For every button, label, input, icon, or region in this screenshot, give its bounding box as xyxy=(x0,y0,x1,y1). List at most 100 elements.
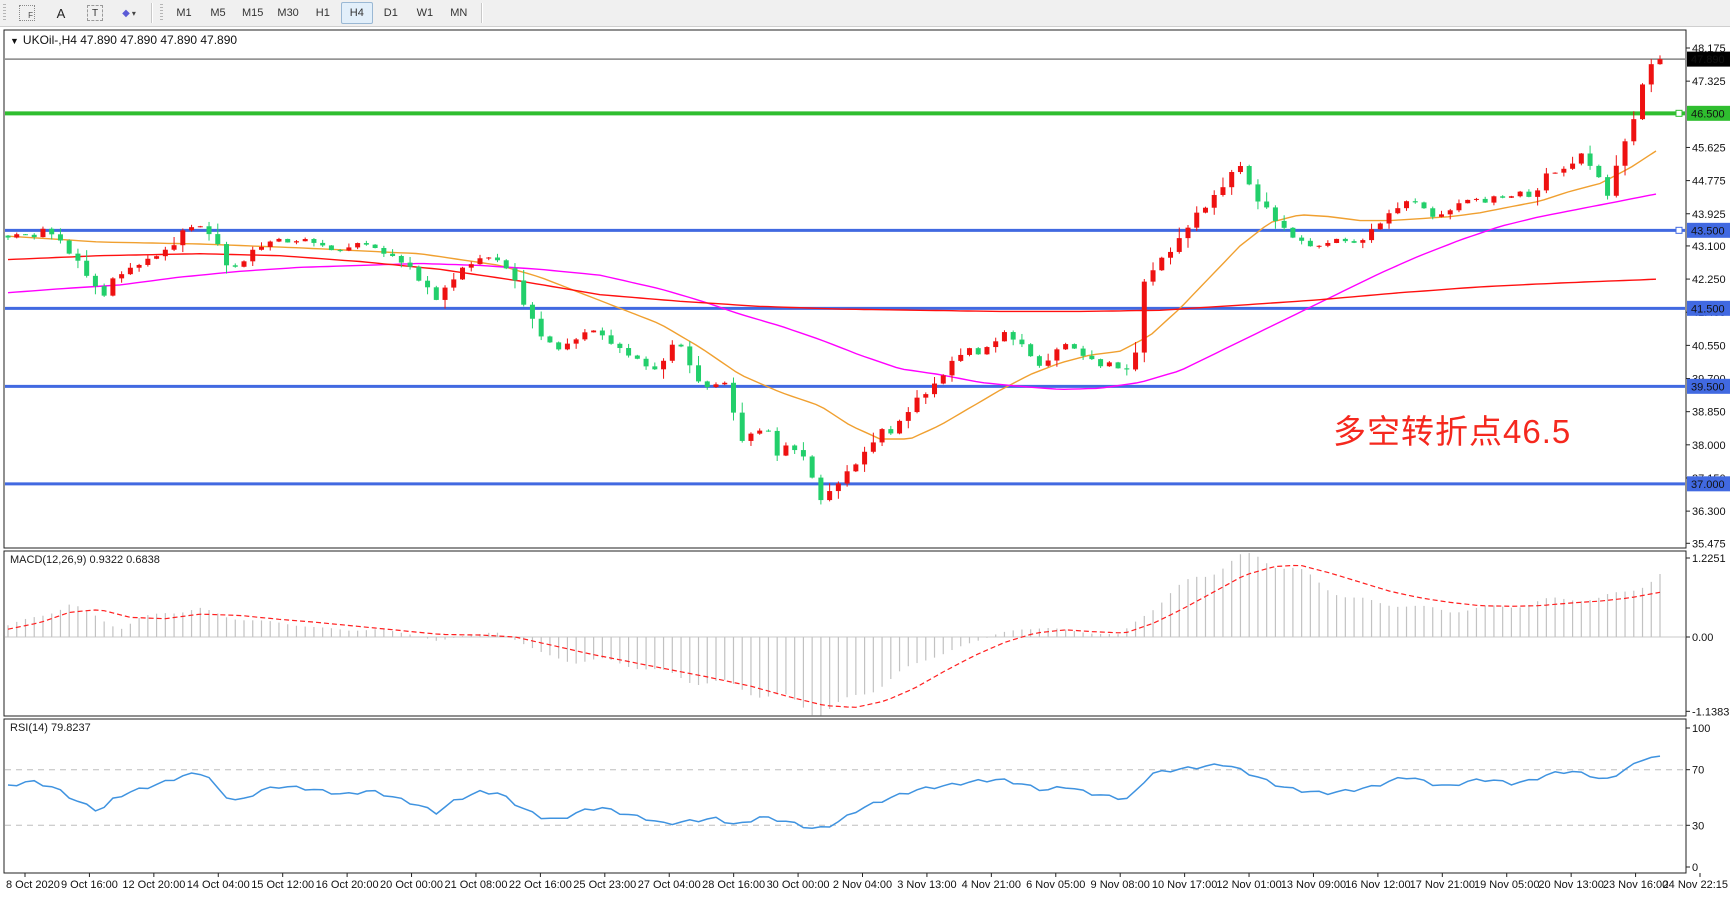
candle-body xyxy=(1159,258,1164,271)
time-axis-label[interactable]: 15 Oct 12:00 xyxy=(251,879,314,891)
time-axis-label[interactable]: 9 Oct 16:00 xyxy=(61,879,118,891)
candle-body xyxy=(1264,202,1269,208)
line-anchor-handle[interactable] xyxy=(1676,110,1682,116)
candle xyxy=(1159,257,1164,271)
candle xyxy=(373,244,378,248)
candle xyxy=(1640,83,1645,120)
time-axis-label[interactable]: 6 Nov 05:00 xyxy=(1026,879,1085,891)
candle-body xyxy=(1658,59,1663,64)
candle-body xyxy=(75,254,80,261)
line-anchor-handle[interactable] xyxy=(1676,227,1682,233)
price-badge-label: 47.890 xyxy=(1691,54,1725,66)
price-axis-label: 38.850 xyxy=(1692,407,1726,419)
time-axis-label[interactable]: 12 Oct 20:00 xyxy=(122,879,185,891)
candle-body xyxy=(233,265,238,266)
time-axis-label[interactable]: 9 Nov 08:00 xyxy=(1091,879,1150,891)
candle-body xyxy=(14,234,19,237)
candle-body xyxy=(958,355,963,361)
candle-body xyxy=(1247,166,1252,184)
candle-body xyxy=(740,413,745,441)
time-axis-label[interactable]: 12 Nov 01:00 xyxy=(1216,879,1281,891)
time-axis-label[interactable]: 28 Oct 16:00 xyxy=(702,879,765,891)
candle-body xyxy=(1308,241,1313,246)
candle-body xyxy=(1509,196,1514,197)
time-axis-label[interactable]: 14 Oct 04:00 xyxy=(187,879,250,891)
time-axis-label[interactable]: 19 Nov 05:00 xyxy=(1474,879,1539,891)
time-axis-label[interactable]: 16 Nov 12:00 xyxy=(1345,879,1410,891)
time-axis-label[interactable]: 2 Nov 04:00 xyxy=(833,879,892,891)
candle-body xyxy=(276,239,281,242)
time-axis-label[interactable]: 27 Oct 04:00 xyxy=(638,879,701,891)
time-axis-label[interactable]: 30 Oct 00:00 xyxy=(767,879,830,891)
candle-body xyxy=(1360,240,1365,243)
candle-body xyxy=(154,256,159,259)
mt4-terminal: { "toolbar": { "icons": [ {"name": "expe… xyxy=(0,0,1730,897)
candle-body xyxy=(346,247,351,250)
price-axis-label: 40.550 xyxy=(1692,340,1726,352)
candle-body xyxy=(1343,239,1348,241)
candle-body xyxy=(1177,238,1182,252)
rsi-axis-label: 100 xyxy=(1692,723,1710,735)
candle xyxy=(1290,227,1295,238)
candle-body xyxy=(1063,344,1068,349)
time-axis-label[interactable]: 17 Nov 21:00 xyxy=(1410,879,1475,891)
candle-body xyxy=(897,421,902,434)
time-axis-label[interactable]: 3 Nov 13:00 xyxy=(897,879,956,891)
time-axis-label[interactable]: 16 Oct 20:00 xyxy=(316,879,379,891)
candle xyxy=(285,239,290,243)
candle-body xyxy=(827,491,832,500)
time-axis-label[interactable]: 13 Nov 09:00 xyxy=(1281,879,1346,891)
time-axis-label[interactable]: 21 Oct 08:00 xyxy=(444,879,507,891)
candle xyxy=(818,475,823,505)
time-axis-label[interactable]: 10 Nov 17:00 xyxy=(1152,879,1217,891)
candle-body xyxy=(635,356,640,359)
time-axis-label[interactable]: 22 Oct 16:00 xyxy=(509,879,572,891)
candle-body xyxy=(355,243,360,247)
candle xyxy=(1142,279,1147,362)
time-axis-label[interactable]: 25 Oct 23:00 xyxy=(573,879,636,891)
candle-body xyxy=(1579,153,1584,163)
candle-body xyxy=(373,245,378,248)
candle-body xyxy=(661,361,666,370)
candle-body xyxy=(294,241,299,242)
candle-body xyxy=(242,261,247,266)
main-chart-panel[interactable] xyxy=(4,30,1686,548)
rsi-axis-label: 0 xyxy=(1692,862,1698,874)
candle-body xyxy=(941,375,946,383)
candle-body xyxy=(1290,228,1295,238)
candle-body xyxy=(451,279,456,287)
time-axis-label[interactable]: 24 Nov 22:15 xyxy=(1663,879,1728,891)
price-axis-label: 44.775 xyxy=(1692,176,1726,188)
candle-body xyxy=(408,263,413,267)
candle-body xyxy=(1649,64,1654,84)
rsi-panel[interactable] xyxy=(4,719,1686,873)
candle-body xyxy=(338,250,343,251)
candle-body xyxy=(670,345,675,361)
candle-body xyxy=(215,234,220,244)
candle-body xyxy=(993,341,998,347)
candle-body xyxy=(696,365,701,381)
macd-panel[interactable] xyxy=(4,551,1686,716)
time-axis-label[interactable]: 20 Oct 00:00 xyxy=(380,879,443,891)
candle-body xyxy=(1395,208,1400,213)
chevron-down-icon[interactable]: ▼ xyxy=(10,36,19,46)
candle-body xyxy=(1553,173,1558,174)
candle-body xyxy=(250,250,255,262)
candle-body xyxy=(757,431,762,434)
candle-body xyxy=(207,226,212,234)
candle-body xyxy=(180,230,185,245)
candle-body xyxy=(1483,199,1488,203)
candle-body xyxy=(1448,210,1453,214)
candle-body xyxy=(364,243,369,245)
chart-annotation-text[interactable]: 多空转折点46.5 xyxy=(1333,405,1571,453)
candle xyxy=(810,455,815,478)
time-axis-label[interactable]: 23 Nov 16:00 xyxy=(1603,879,1668,891)
time-axis-label[interactable]: 20 Nov 13:00 xyxy=(1538,879,1603,891)
time-axis-label[interactable]: 8 Oct 2020 xyxy=(6,879,60,891)
price-badge-label: 41.500 xyxy=(1691,303,1725,315)
candle-body xyxy=(845,471,850,483)
candle-body xyxy=(915,398,920,412)
candle-body xyxy=(591,331,596,333)
price-badge-label: 43.500 xyxy=(1691,225,1725,237)
time-axis-label[interactable]: 4 Nov 21:00 xyxy=(962,879,1021,891)
